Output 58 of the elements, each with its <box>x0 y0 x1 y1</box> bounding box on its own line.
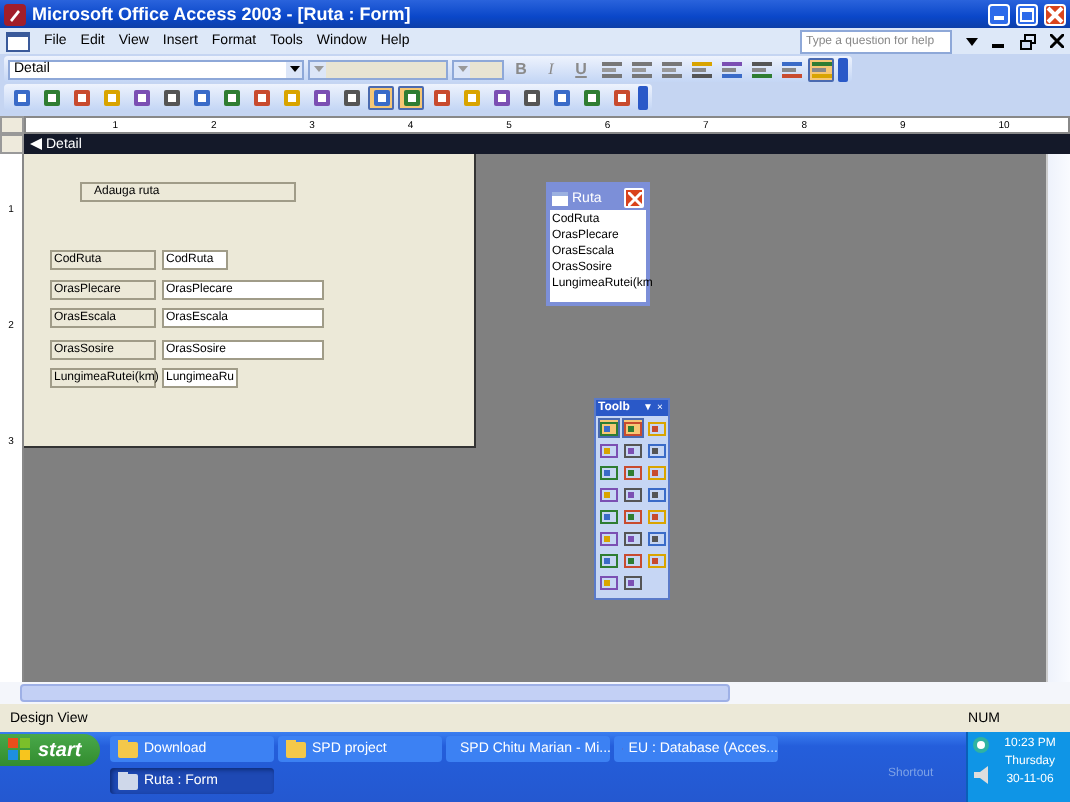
toolbar-button[interactable] <box>778 57 804 81</box>
toolbar-button[interactable] <box>518 85 544 109</box>
toolbar-button[interactable] <box>808 57 834 81</box>
toolbar-button[interactable] <box>578 85 604 109</box>
toolbar-button[interactable] <box>188 85 214 109</box>
toolbar-button[interactable] <box>488 85 514 109</box>
start-button[interactable]: start <box>0 734 100 766</box>
align-left-icon <box>601 61 621 77</box>
restore-button[interactable] <box>1016 3 1038 25</box>
dropdown-arrow-icon <box>313 66 323 72</box>
speaker-icon[interactable] <box>972 766 990 784</box>
toolbar-button[interactable] <box>608 85 634 109</box>
dropdown-arrow-icon <box>457 66 467 72</box>
section-selector[interactable] <box>0 134 24 154</box>
toolbar-options-icon[interactable] <box>838 57 848 81</box>
toolbar-button[interactable] <box>428 85 454 109</box>
align-right-icon <box>661 61 681 77</box>
table-icon <box>552 191 568 205</box>
toolbar-button[interactable] <box>548 85 574 109</box>
form-selector[interactable] <box>0 116 24 134</box>
horizontal-scrollbar[interactable] <box>0 682 1070 704</box>
close-icon[interactable] <box>1050 34 1064 48</box>
toolbar-button[interactable] <box>368 85 394 109</box>
toolbar-button[interactable] <box>158 85 184 109</box>
toolbar-button[interactable] <box>598 57 624 81</box>
access-key-icon <box>4 3 26 25</box>
toolbar-button[interactable] <box>38 85 64 109</box>
minimize-button[interactable] <box>988 3 1010 25</box>
toolbar-button[interactable] <box>308 85 334 109</box>
font-size-dropdown[interactable] <box>452 59 504 79</box>
toolbar-button[interactable] <box>398 85 424 109</box>
toolbar-button[interactable] <box>248 85 274 109</box>
toolbar-button[interactable] <box>688 57 714 81</box>
restore-icon[interactable] <box>1020 33 1036 49</box>
toolbar-button[interactable] <box>8 85 34 109</box>
toolbar-button[interactable] <box>748 57 774 81</box>
toolbar-button[interactable] <box>658 57 684 81</box>
folder-icon <box>118 740 138 758</box>
close-button[interactable] <box>624 188 644 208</box>
toolbar-button[interactable] <box>338 85 364 109</box>
toolbar-button[interactable] <box>128 85 154 109</box>
window-title: Microsoft Office Access 2003 - [Ruta : Form] <box>32 4 411 24</box>
vertical-scrollbar[interactable] <box>1046 154 1070 682</box>
network-icon[interactable] <box>972 736 990 754</box>
toolbar-button[interactable] <box>628 57 654 81</box>
form-icon <box>6 31 30 51</box>
close-button[interactable] <box>1044 3 1066 25</box>
toolbar-button[interactable] <box>218 85 244 109</box>
scroll-thumb[interactable] <box>20 684 730 702</box>
align-center-icon <box>631 61 651 77</box>
dropdown-arrow-icon <box>289 66 299 72</box>
toolbar-button[interactable] <box>68 85 94 109</box>
toolbar-button[interactable] <box>718 57 744 81</box>
folder-icon <box>286 740 306 758</box>
toolbar-options-icon[interactable] <box>638 85 648 109</box>
section-arrow-icon <box>30 138 42 150</box>
dropdown-arrow-icon[interactable] <box>966 37 978 45</box>
windows-flag-icon <box>8 738 32 762</box>
